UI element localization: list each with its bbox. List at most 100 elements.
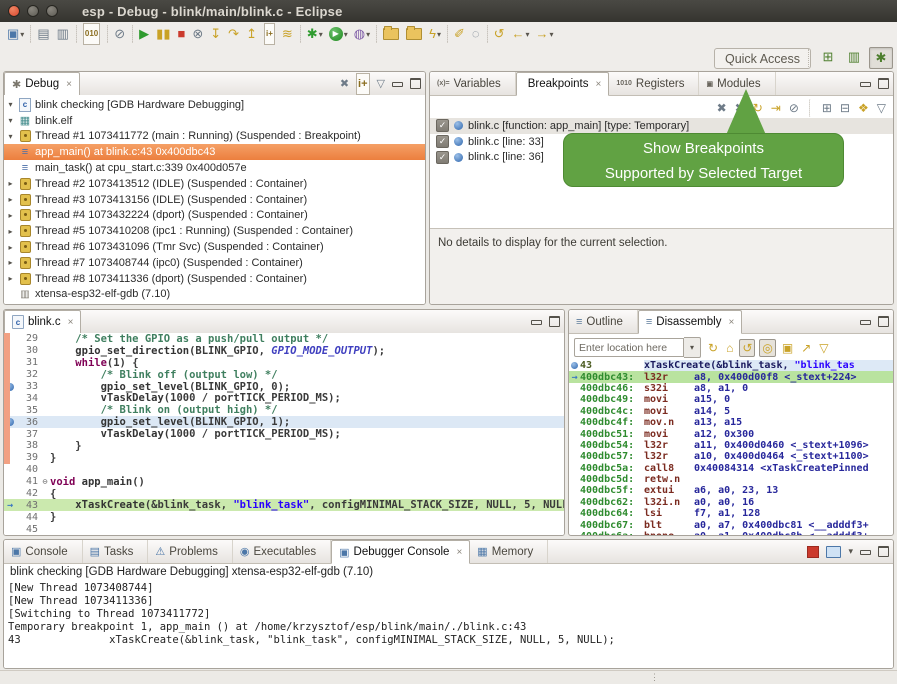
expand-arrow-icon[interactable]: ▸ — [6, 195, 15, 204]
annotation-button[interactable]: ◌ — [469, 24, 484, 44]
tree-row[interactable]: ▸Thread #6 1073431096 (Tmr Svc) (Suspend… — [4, 239, 425, 255]
debug-menu-button[interactable]: ✱▾ — [304, 24, 326, 44]
expand-arrow-icon[interactable]: ▸ — [6, 227, 15, 236]
instruction-stepping-button[interactable]: i+ — [261, 24, 279, 44]
close-tab-icon[interactable]: × — [595, 79, 601, 90]
tree-row[interactable]: ▸Thread #2 1073413512 (IDLE) (Suspended … — [4, 176, 425, 192]
sep[interactable] — [809, 99, 812, 117]
sep[interactable] — [30, 25, 31, 43]
close-tab-icon[interactable]: × — [68, 317, 74, 328]
disassembly-row[interactable]: 400dbc5a:call80x40084314 <xTaskCreatePin… — [569, 463, 893, 474]
view-tab[interactable]: ▣Console — [4, 540, 83, 563]
expand-arrow-icon[interactable]: ▸ — [6, 211, 15, 220]
back-button[interactable]: ←▾ — [509, 24, 533, 44]
disassembly-source-row[interactable]: 43 xTaskCreate(&blink_task, "blink_tas — [569, 360, 893, 371]
code-line[interactable]: 33 gpio_set_level(BLINK_GPIO, 0); — [4, 381, 564, 393]
tree-row[interactable]: ▾Thread #1 1073411772 (main : Running) (… — [4, 129, 425, 145]
flash-target-button[interactable]: ϟ▾ — [426, 24, 444, 44]
disassembly-row[interactable]: 400dbc46:s32ia8, a1, 0 — [569, 383, 893, 394]
view-menu-button[interactable]: ▽ — [377, 74, 385, 94]
export-button[interactable]: ↗ — [799, 340, 813, 356]
tab-blink-c[interactable]: c blink.c × — [4, 310, 81, 334]
terminate-button[interactable]: ■ — [174, 24, 189, 44]
sep[interactable] — [132, 25, 133, 43]
sash-drag-handle[interactable]: ⋮ — [650, 672, 657, 683]
save-button[interactable]: ▤ — [34, 24, 53, 44]
code-line[interactable]: 30 gpio_set_direction(BLINK_GPIO, GPIO_M… — [4, 345, 564, 357]
refresh-button[interactable]: ↻ — [706, 340, 720, 356]
view-menu-button[interactable]: ▽ — [817, 340, 830, 356]
expand-arrow-icon[interactable]: ▸ — [6, 274, 15, 283]
sep[interactable] — [107, 25, 108, 43]
terminate-console-button[interactable] — [807, 546, 819, 558]
code-line[interactable]: 32 /* Blink off (output low) */ — [4, 369, 564, 381]
sep[interactable] — [300, 25, 301, 43]
skip-all-breakpoints-button[interactable]: ⊘ — [111, 24, 129, 44]
view-tab[interactable]: ≡Outline — [569, 310, 638, 333]
build-button[interactable]: 010 — [80, 24, 104, 44]
group-by-button[interactable]: ❖ — [857, 98, 870, 118]
disassembly-row[interactable]: 400dbc6a:bnonea0, a1, 0x400dbc8b <__addd… — [569, 531, 893, 535]
close-tab-icon[interactable]: × — [66, 79, 72, 90]
tree-row[interactable]: ▸Thread #8 1073411336 (dport) (Suspended… — [4, 271, 425, 287]
tree-row[interactable]: main_task() at cpu_start.c:339 0x400d057… — [4, 160, 425, 176]
tree-row[interactable]: ▸Thread #4 1073432224 (dport) (Suspended… — [4, 208, 425, 224]
code-line[interactable]: 44} — [4, 511, 564, 523]
location-dropdown-icon[interactable]: ▾ — [684, 337, 701, 358]
home-button[interactable]: ⌂ — [724, 340, 735, 356]
step-over-button[interactable]: ↷ — [225, 24, 243, 44]
code-line[interactable]: 34 vTaskDelay(1000 / portTICK_PERIOD_MS)… — [4, 392, 564, 404]
code-line[interactable]: 42{ — [4, 488, 564, 500]
step-return-button[interactable]: ↥ — [243, 24, 261, 44]
breakpoint-row[interactable]: ✓blink.c [function: app_main] [type: Tem… — [430, 118, 893, 134]
suspend-button[interactable]: ▮▮ — [153, 24, 174, 44]
minimize-view-button[interactable] — [860, 550, 871, 555]
view-tab[interactable]: Breakpoints× — [516, 72, 610, 96]
sep[interactable] — [376, 25, 377, 43]
go-to-file-for-breakpoint-button[interactable]: ⇥ — [770, 98, 782, 118]
code-line[interactable]: 37 vTaskDelay(1000 / portTICK_PERIOD_MS)… — [4, 428, 564, 440]
sep[interactable] — [76, 25, 77, 43]
copy-button[interactable]: ▣ — [780, 340, 795, 356]
maximize-view-button[interactable] — [878, 78, 889, 89]
minimize-view-button[interactable] — [860, 82, 871, 87]
code-line[interactable]: 39} — [4, 452, 564, 464]
window-close-button[interactable] — [8, 5, 20, 17]
breakpoint-checkbox[interactable]: ✓ — [436, 151, 449, 164]
disassembly-row[interactable]: 400dbc5d:retw.n — [569, 474, 893, 485]
open-project-button[interactable] — [380, 24, 403, 44]
disassembly-row[interactable]: 400dbc67:blta0, a7, 0x400dbc81 <__adddf3… — [569, 519, 893, 530]
disassembly-row[interactable]: 400dbc51:movia12, 0x300 — [569, 428, 893, 439]
view-tab[interactable]: ▦Memory — [470, 540, 548, 563]
tree-row[interactable]: ▾blink checking [GDB Hardware Debugging] — [4, 97, 425, 113]
open-perspective-button[interactable]: ⊞ — [817, 47, 839, 67]
open-file-button[interactable] — [403, 24, 426, 44]
maximize-view-button[interactable] — [549, 316, 560, 327]
external-tools-button[interactable]: ◍▾ — [351, 24, 373, 44]
view-tab[interactable]: ⚠Problems — [148, 540, 232, 563]
tree-row[interactable]: ▾blink.elf — [4, 113, 425, 129]
debug-perspective-button[interactable]: ✱ — [869, 47, 893, 69]
code-line[interactable]: 40 — [4, 464, 564, 476]
toggle-mark-occurrences-button[interactable]: ✐ — [451, 24, 469, 44]
code-line[interactable]: 31 while(1) { — [4, 357, 564, 369]
last-edit-location-button[interactable]: ↺ — [491, 24, 509, 44]
maximize-view-button[interactable] — [410, 78, 421, 89]
view-tab[interactable]: ≡Disassembly× — [638, 310, 742, 334]
expand-arrow-icon[interactable]: ▾ — [6, 132, 15, 141]
view-menu-button[interactable]: ▽ — [876, 98, 887, 118]
close-tab-icon[interactable]: × — [728, 317, 734, 328]
expand-arrow-icon[interactable]: ▾ — [6, 100, 15, 109]
expand-arrow-icon[interactable]: ▸ — [6, 243, 15, 252]
tab-debug[interactable]: ✱ Debug × — [4, 72, 80, 96]
view-tab[interactable]: 1010Registers — [609, 72, 699, 95]
tree-row[interactable]: ▸Thread #5 1073410208 (ipc1 : Running) (… — [4, 223, 425, 239]
console-output[interactable]: [New Thread 1073408744] [New Thread 1073… — [4, 582, 893, 668]
code-line[interactable]: 29 /* Set the GPIO as a push/pull output… — [4, 333, 564, 345]
remove-all-terminated-button[interactable]: ✖ — [340, 74, 349, 94]
fold-icon[interactable]: ⊖ — [40, 477, 50, 486]
expand-all-button[interactable]: ⊞ — [821, 98, 833, 118]
display-selected-console-button[interactable] — [826, 546, 841, 558]
minimize-view-button[interactable] — [860, 320, 871, 325]
minimize-view-button[interactable] — [531, 320, 542, 325]
